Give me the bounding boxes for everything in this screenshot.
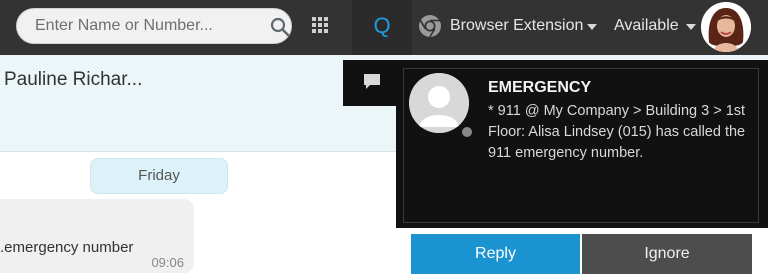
day-divider: Friday <box>90 158 228 194</box>
chevron-down-icon <box>686 24 696 30</box>
message-text: emergency number. <box>0 239 134 256</box>
caller-avatar <box>409 73 469 133</box>
q-tab-label: Q <box>373 13 391 38</box>
message-timestamp: 09:06 <box>151 255 184 270</box>
notification-title: EMERGENCY <box>488 79 592 96</box>
browser-extension-label: Browser Extension <box>450 17 584 34</box>
person-icon <box>409 73 469 133</box>
chat-tab[interactable] <box>343 60 403 106</box>
notification-content: EMERGENCY * 911 @ My Company > Building … <box>403 68 759 223</box>
availability-status-button[interactable]: Available <box>614 12 700 42</box>
contact-name[interactable]: Pauline Richar... <box>4 69 142 91</box>
chevron-down-icon <box>587 24 597 30</box>
presence-status-icon <box>459 124 475 140</box>
reply-button[interactable]: Reply <box>411 234 580 274</box>
search-input[interactable] <box>35 9 255 43</box>
grid-icon[interactable] <box>312 17 330 35</box>
emergency-notification: EMERGENCY * 911 @ My Company > Building … <box>396 60 768 274</box>
browser-extension-button[interactable]: Browser Extension <box>418 12 603 42</box>
message-bubble: emergency number. 09:06 <box>0 199 194 273</box>
top-bar: Q Browser Extension Available <box>0 0 768 55</box>
chrome-icon <box>419 15 441 38</box>
chat-bubble-icon <box>364 74 380 89</box>
user-avatar[interactable] <box>701 2 751 52</box>
notification-body: * 911 @ My Company > Building 3 > 1st Fl… <box>488 103 746 161</box>
search-box[interactable] <box>16 8 292 44</box>
q-tab[interactable]: Q <box>352 0 412 55</box>
ignore-button[interactable]: Ignore <box>582 234 752 274</box>
availability-status-label: Available <box>614 17 679 34</box>
search-icon[interactable] <box>270 17 290 37</box>
user-photo-icon <box>701 2 751 52</box>
